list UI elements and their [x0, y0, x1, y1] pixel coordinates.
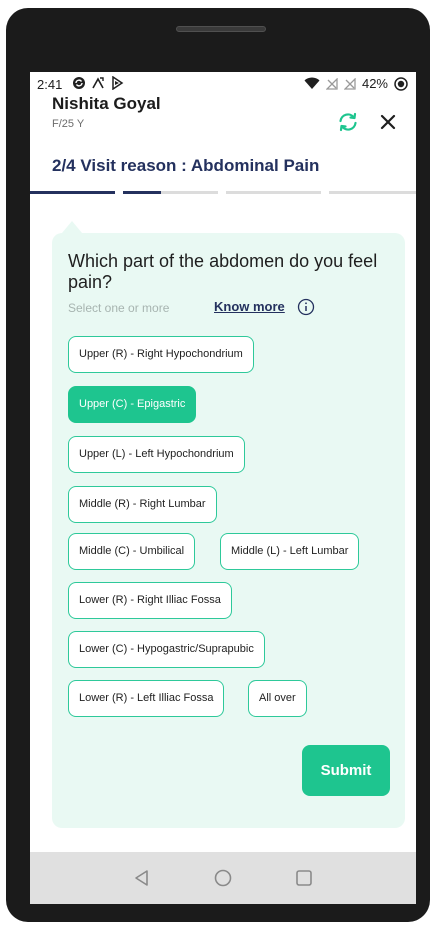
- progress-segment-fill: [123, 191, 161, 194]
- device-frame: 2:41 42% Nishita Goyal F/25 Y 2/4 Visit …: [6, 8, 430, 922]
- app-screen: 2:41 42% Nishita Goyal F/25 Y 2/4 Visit …: [30, 72, 416, 904]
- patient-gender-age: F/25 Y: [52, 118, 85, 130]
- refresh-button[interactable]: [336, 110, 360, 134]
- nav-back-icon[interactable]: [132, 868, 152, 888]
- submit-button[interactable]: Submit: [302, 745, 390, 796]
- step-progress-bar: [30, 191, 416, 194]
- status-notification-icons: [72, 76, 124, 90]
- option-chip-lower-hypogastric-suprapubic[interactable]: Lower (C) - Hypogastric/Suprapubic: [68, 631, 265, 668]
- wifi-icon: [304, 77, 320, 89]
- option-chip-middle-left-lumbar[interactable]: Middle (L) - Left Lumbar: [220, 533, 360, 570]
- close-icon: [380, 114, 396, 130]
- status-bar: 2:41 42%: [30, 72, 416, 96]
- question-card: Which part of the abdomen do you feel pa…: [52, 233, 405, 828]
- battery-icon: [394, 76, 408, 91]
- no-signal-icon: [325, 77, 338, 90]
- device-speaker: [176, 26, 266, 32]
- option-chip-upper-right-hypochondrium[interactable]: Upper (R) - Right Hypochondrium: [68, 336, 254, 373]
- battery-percentage: 42%: [361, 76, 388, 91]
- status-system-icons: 42%: [304, 76, 408, 91]
- status-time: 2:41: [37, 77, 63, 92]
- card-pointer: [62, 221, 82, 233]
- info-icon[interactable]: [297, 298, 315, 316]
- patient-name: Nishita Goyal: [52, 94, 161, 113]
- nav-home-icon[interactable]: [213, 868, 233, 888]
- progress-segment-2: [123, 191, 218, 194]
- progress-segment-3: [226, 191, 321, 194]
- refresh-icon: [339, 112, 357, 132]
- selection-hint: Select one or more: [68, 301, 170, 315]
- progress-segment-1: [30, 191, 115, 194]
- option-chip-middle-right-lumbar[interactable]: Middle (R) - Right Lumbar: [68, 486, 217, 523]
- close-button[interactable]: [376, 110, 400, 134]
- visit-step-title: 2/4 Visit reason : Abdominal Pain: [52, 156, 320, 175]
- option-chip-lower-left-illiac-fossa[interactable]: Lower (R) - Left Illiac Fossa: [68, 680, 225, 717]
- option-chip-upper-left-hypochondrium[interactable]: Upper (L) - Left Hypochondrium: [68, 436, 245, 473]
- progress-segment-4: [329, 191, 416, 194]
- option-chip-lower-right-illiac-fossa[interactable]: Lower (R) - Right Illiac Fossa: [68, 582, 232, 619]
- option-chip-all-over[interactable]: All over: [248, 680, 307, 717]
- no-signal-icon-2: [343, 77, 356, 90]
- know-more-link[interactable]: Know more: [214, 299, 285, 314]
- question-text: Which part of the abdomen do you feel pa…: [68, 251, 378, 292]
- signal-wave-icon: [92, 77, 104, 89]
- option-chip-middle-umbilical[interactable]: Middle (C) - Umbilical: [68, 533, 196, 570]
- media-icon: [112, 76, 124, 90]
- option-chip-upper-epigastric[interactable]: Upper (C) - Epigastric: [68, 386, 197, 423]
- nav-recent-apps-icon[interactable]: [294, 868, 314, 888]
- android-nav-bar: [30, 852, 416, 904]
- sync-status-icon: [73, 77, 85, 89]
